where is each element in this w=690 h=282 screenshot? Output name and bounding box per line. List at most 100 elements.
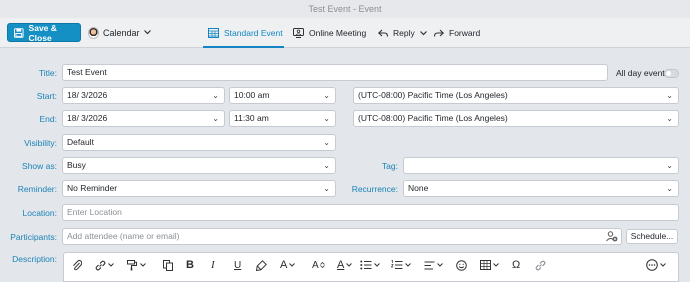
chevron-down-icon bbox=[493, 263, 499, 267]
copy-button[interactable] bbox=[163, 257, 173, 273]
end-time-value: 11:30 am bbox=[234, 113, 269, 123]
chevron-down-icon bbox=[143, 30, 151, 35]
chevron-down-icon bbox=[660, 263, 666, 267]
arrows-icon bbox=[319, 262, 325, 268]
reply-label: Reply bbox=[393, 28, 415, 38]
calendar-label: Calendar bbox=[103, 27, 140, 38]
chevron-down-icon bbox=[108, 263, 114, 267]
visibility-label: Visibility: bbox=[24, 138, 57, 148]
chevron-down-icon: ⌄ bbox=[666, 114, 673, 123]
forward-icon bbox=[434, 29, 444, 37]
numbered-list-icon bbox=[391, 260, 403, 269]
tag-label: Tag: bbox=[381, 161, 398, 171]
chevron-down-icon bbox=[405, 263, 411, 267]
title-input[interactable]: Test Event bbox=[62, 64, 608, 81]
calendar-grid-icon bbox=[208, 28, 219, 38]
recurrence-select[interactable]: None ⌄ bbox=[403, 180, 679, 197]
reply-button[interactable]: Reply bbox=[378, 23, 427, 43]
location-input[interactable]: Enter Location bbox=[62, 204, 679, 221]
font-color-button[interactable]: A bbox=[337, 257, 353, 273]
table-icon bbox=[480, 260, 491, 270]
all-day-toggle[interactable] bbox=[664, 69, 679, 78]
chevron-down-icon: ⌄ bbox=[666, 91, 673, 100]
unlink-icon bbox=[535, 260, 546, 270]
font-button[interactable]: A bbox=[280, 257, 296, 273]
tab-standard-event-label: Standard Event bbox=[224, 28, 283, 38]
highlight-button[interactable] bbox=[256, 257, 267, 273]
show-as-select[interactable]: Busy ⌄ bbox=[62, 157, 336, 174]
start-date-select[interactable]: 18/ 3/2026 ⌄ bbox=[62, 87, 225, 104]
description-label: Description: bbox=[12, 254, 57, 264]
chevron-down-icon bbox=[374, 263, 380, 267]
tag-select[interactable]: ⌄ bbox=[403, 157, 679, 174]
chevron-down-icon: ⌄ bbox=[323, 184, 330, 193]
forward-button[interactable]: Forward bbox=[434, 23, 480, 43]
reply-icon bbox=[378, 29, 388, 37]
align-button[interactable] bbox=[424, 257, 443, 273]
numbered-list-button[interactable] bbox=[391, 257, 411, 273]
chevron-down-icon: ⌄ bbox=[323, 161, 330, 170]
schedule-button[interactable]: Schedule... bbox=[626, 229, 678, 244]
end-timezone-select[interactable]: (UTC-08:00) Pacific Time (Los Angeles) ⌄ bbox=[353, 110, 679, 127]
save-close-label: Save & Close bbox=[28, 22, 57, 43]
start-date-value: 18/ 3/2026 bbox=[67, 90, 108, 100]
visibility-select[interactable]: Default ⌄ bbox=[62, 134, 336, 151]
tab-online-meeting[interactable]: Online Meeting bbox=[293, 23, 366, 43]
online-meeting-icon bbox=[293, 28, 304, 38]
start-label: Start: bbox=[36, 91, 57, 101]
copy-icon bbox=[163, 259, 173, 271]
chevron-down-icon: ⌄ bbox=[666, 161, 673, 170]
font-size-label: A bbox=[312, 259, 319, 271]
save-close-button[interactable]: Save & Close bbox=[7, 22, 81, 43]
end-date-select[interactable]: 18/ 3/2026 ⌄ bbox=[62, 110, 225, 127]
save-icon bbox=[14, 27, 24, 38]
reminder-label: Reminder: bbox=[17, 184, 57, 194]
end-time-select[interactable]: 11:30 am ⌄ bbox=[229, 110, 336, 127]
end-label: End: bbox=[39, 114, 58, 124]
special-character-button[interactable]: Ω bbox=[512, 257, 520, 273]
font-size-button[interactable]: A bbox=[312, 257, 325, 273]
smiley-icon bbox=[456, 259, 467, 271]
chevron-down-icon bbox=[346, 263, 353, 267]
end-timezone-value: (UTC-08:00) Pacific Time (Los Angeles) bbox=[358, 113, 508, 123]
show-as-label: Show as: bbox=[22, 161, 57, 171]
start-time-select[interactable]: 10:00 am ⌄ bbox=[229, 87, 336, 104]
calendar-selector[interactable]: Calendar bbox=[88, 23, 151, 42]
show-as-value: Busy bbox=[67, 160, 86, 170]
reminder-value: No Reminder bbox=[67, 183, 118, 193]
font-label: A bbox=[280, 259, 288, 271]
chevron-down-icon: ⌄ bbox=[212, 114, 219, 123]
more-options-button[interactable] bbox=[646, 257, 666, 273]
emoji-button[interactable] bbox=[456, 257, 467, 273]
participants-input[interactable]: Add attendee (name or email) bbox=[62, 228, 622, 245]
underline-button[interactable]: U bbox=[234, 257, 241, 273]
visibility-value: Default bbox=[67, 137, 94, 147]
add-person-icon[interactable] bbox=[606, 231, 618, 242]
end-date-value: 18/ 3/2026 bbox=[67, 113, 108, 123]
chevron-down-icon bbox=[419, 30, 427, 35]
title-label: Title: bbox=[38, 68, 57, 78]
marker-icon bbox=[256, 259, 267, 271]
window-title: Test Event - Event bbox=[0, 0, 690, 18]
reminder-select[interactable]: No Reminder ⌄ bbox=[62, 180, 336, 197]
unlink-button[interactable] bbox=[535, 257, 546, 273]
insert-table-button[interactable] bbox=[480, 257, 499, 273]
chevron-down-icon: ⌄ bbox=[323, 91, 330, 100]
forward-label: Forward bbox=[449, 28, 481, 38]
format-painter-button[interactable] bbox=[127, 257, 146, 273]
bold-button[interactable]: B bbox=[186, 257, 194, 273]
insert-link-button[interactable] bbox=[95, 257, 114, 273]
link-icon bbox=[95, 260, 106, 270]
more-icon bbox=[646, 259, 658, 271]
bulleted-list-button[interactable] bbox=[360, 257, 380, 273]
participants-label: Participants: bbox=[10, 232, 57, 242]
italic-button[interactable]: I bbox=[211, 257, 215, 273]
chevron-down-icon bbox=[437, 263, 443, 267]
font-color-label: A bbox=[337, 259, 345, 271]
start-timezone-select[interactable]: (UTC-08:00) Pacific Time (Los Angeles) ⌄ bbox=[353, 87, 679, 104]
attach-button[interactable] bbox=[72, 257, 82, 273]
chevron-down-icon bbox=[289, 263, 296, 267]
start-timezone-value: (UTC-08:00) Pacific Time (Los Angeles) bbox=[358, 90, 508, 100]
tab-standard-event[interactable]: Standard Event bbox=[208, 23, 283, 43]
tab-online-meeting-label: Online Meeting bbox=[309, 28, 367, 38]
